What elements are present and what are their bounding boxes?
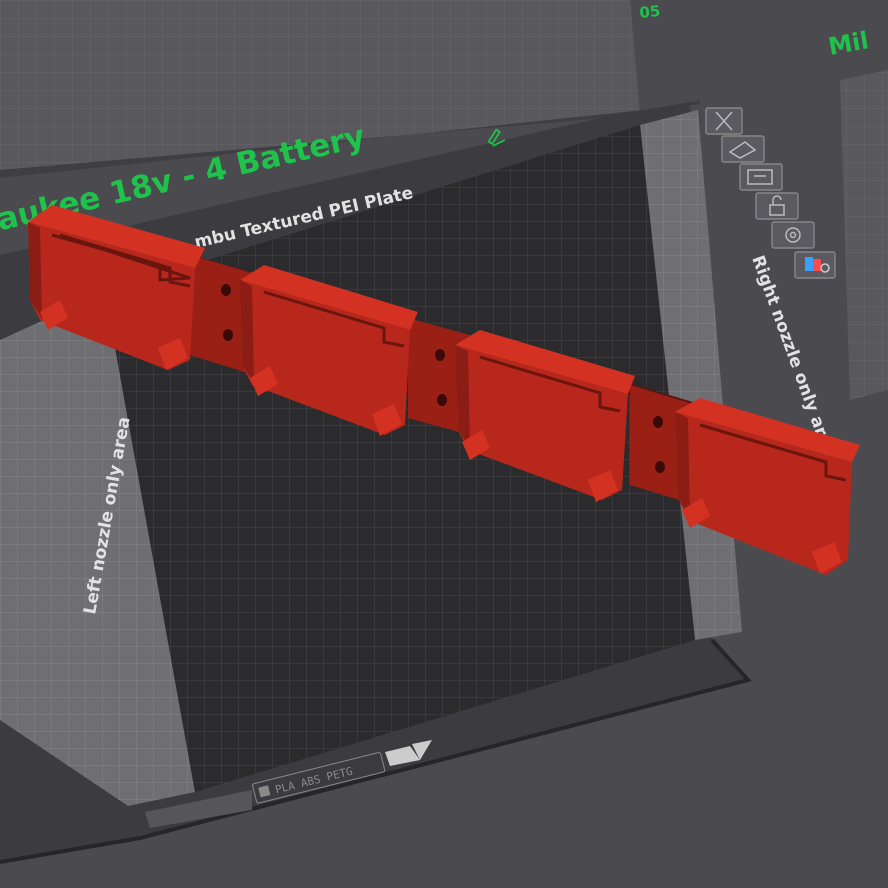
plate-toolbar [705, 107, 836, 279]
arrange-button[interactable] [739, 163, 783, 191]
adjacent-plate-number: 05 [639, 2, 662, 22]
close-plate-button[interactable] [705, 107, 743, 135]
3d-viewport[interactable]: 05 Mil PLA ABS PETG vaukee 18v - 4 Batte… [0, 0, 888, 888]
plate-settings-button[interactable] [771, 221, 815, 249]
auto-orient-button[interactable] [721, 135, 765, 163]
adjacent-plate-title: Mil [826, 26, 871, 61]
paint-icon-button[interactable] [794, 251, 836, 279]
lock-plate-button[interactable] [755, 192, 799, 220]
adjacent-plate-right[interactable] [840, 70, 888, 400]
